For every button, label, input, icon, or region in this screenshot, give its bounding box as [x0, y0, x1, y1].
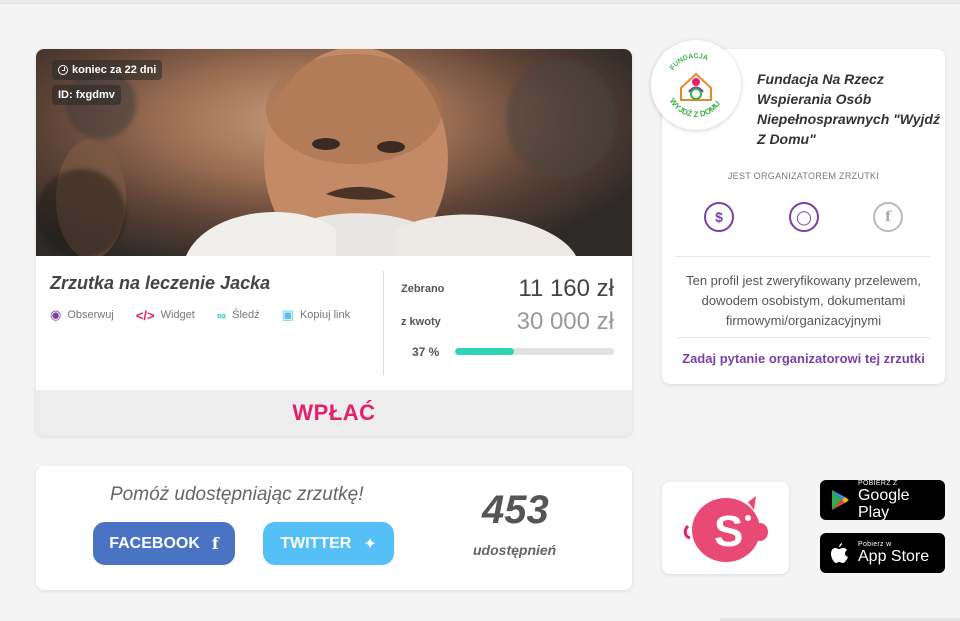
facebook-share-label: FACEBOOK [109, 534, 200, 552]
widget-label: Widget [160, 309, 195, 321]
time-left-text: koniec za 22 dni [72, 64, 157, 76]
organizer-name[interactable]: Fundacja Na Rzecz Wspierania Osób Niepeł… [757, 69, 942, 149]
twitter-share-button[interactable]: TWITTER ✦ [263, 522, 394, 565]
user-icon[interactable]: ◯ [789, 202, 819, 232]
share-card: Pomóż udostępniając zrzutkę! FACEBOOK f … [36, 466, 632, 590]
link-icon: ∞ [216, 307, 227, 323]
app-store-small: Pobierz w [858, 541, 892, 548]
raised-label: Zebrano [401, 283, 445, 295]
campaign-id-badge: ID: fxgdmv [52, 85, 121, 105]
raised-value: 11 160 zł [518, 275, 614, 302]
app-store-big: App Store [858, 548, 930, 565]
campaign-title: Zrzutka na leczenie Jacka [50, 273, 271, 293]
app-store-button[interactable]: Pobierz w App Store [820, 533, 945, 573]
goal-label: z kwoty [401, 316, 441, 328]
svg-text:S: S [714, 507, 743, 556]
organizer-divider-2 [676, 337, 931, 338]
google-play-small: POBIERZ Z [857, 479, 898, 487]
organizer-logo[interactable]: FUNDACJA WYJDŹ Z DOMU [651, 40, 741, 130]
copy-link-label: Kopiuj link [299, 309, 351, 321]
donate-button[interactable]: WPŁAĆ [36, 390, 632, 436]
campaign-card: koniec za 22 dni ID: fxgdmv Zrzutka na l… [36, 49, 632, 436]
progress-bar [455, 348, 614, 355]
share-count: 453 [482, 488, 549, 532]
follow-label: Obserwuj [67, 309, 114, 321]
top-border [0, 0, 960, 4]
clipboard-icon: ▣ [281, 307, 294, 322]
verification-text: Ten profil jest zweryfikowany przelewem,… [686, 273, 921, 328]
track-label: Śledź [232, 309, 260, 321]
share-heading: Pomóż udostępniając zrzutkę! [110, 484, 364, 505]
campaign-photo: koniec za 22 dni ID: fxgdmv [36, 49, 632, 256]
svg-text:FUNDACJA: FUNDACJA [669, 53, 709, 72]
zrzutka-app-logo[interactable]: S [662, 482, 789, 574]
ask-organizer-link[interactable]: Zadaj pytanie organizatorowi tej zrzutki [662, 351, 945, 366]
organizer-divider [676, 256, 931, 257]
google-play-button[interactable]: POBIERZ Z Google Play [820, 479, 945, 521]
facebook-icon: f [211, 534, 219, 553]
stats-divider [383, 271, 384, 375]
apple-icon [831, 543, 848, 563]
foundation-logo-image: FUNDACJA WYJDŹ Z DOMU [668, 53, 722, 119]
time-left-badge: koniec za 22 dni [52, 60, 163, 80]
campaign-id-text: ID: fxgdmv [58, 89, 115, 101]
follow-button[interactable]: ◉ Obserwuj [50, 307, 114, 323]
clock-icon [58, 65, 68, 75]
twitter-share-label: TWITTER [280, 534, 352, 552]
facebook-share-button[interactable]: FACEBOOK f [93, 522, 235, 565]
organizer-role: JEST ORGANIZATOREM ZRZUTKI [727, 171, 880, 181]
eye-icon: ◉ [50, 307, 62, 322]
campaign-actions: ◉ Obserwuj </> Widget ∞ Śledź ▣ Kopiuj l… [50, 307, 350, 323]
piggy-bank-icon: S [683, 496, 768, 562]
share-count-label: udostępnień [473, 542, 557, 558]
google-play-big: Google Play [857, 486, 910, 521]
twitter-icon: ✦ [363, 535, 377, 553]
google-play-icon [831, 490, 849, 510]
dollar-icon[interactable]: $ [704, 202, 734, 232]
facebook-icon[interactable]: f [873, 202, 903, 232]
code-icon: </> [135, 307, 155, 323]
copy-link-button[interactable]: ▣ Kopiuj link [282, 307, 350, 323]
widget-button[interactable]: </> Widget [136, 307, 195, 323]
progress-bar-fill [455, 348, 514, 355]
progress-percent: 37 % [412, 345, 440, 359]
goal-value: 30 000 zł [516, 308, 614, 335]
track-button[interactable]: ∞ Śledź [217, 307, 260, 323]
